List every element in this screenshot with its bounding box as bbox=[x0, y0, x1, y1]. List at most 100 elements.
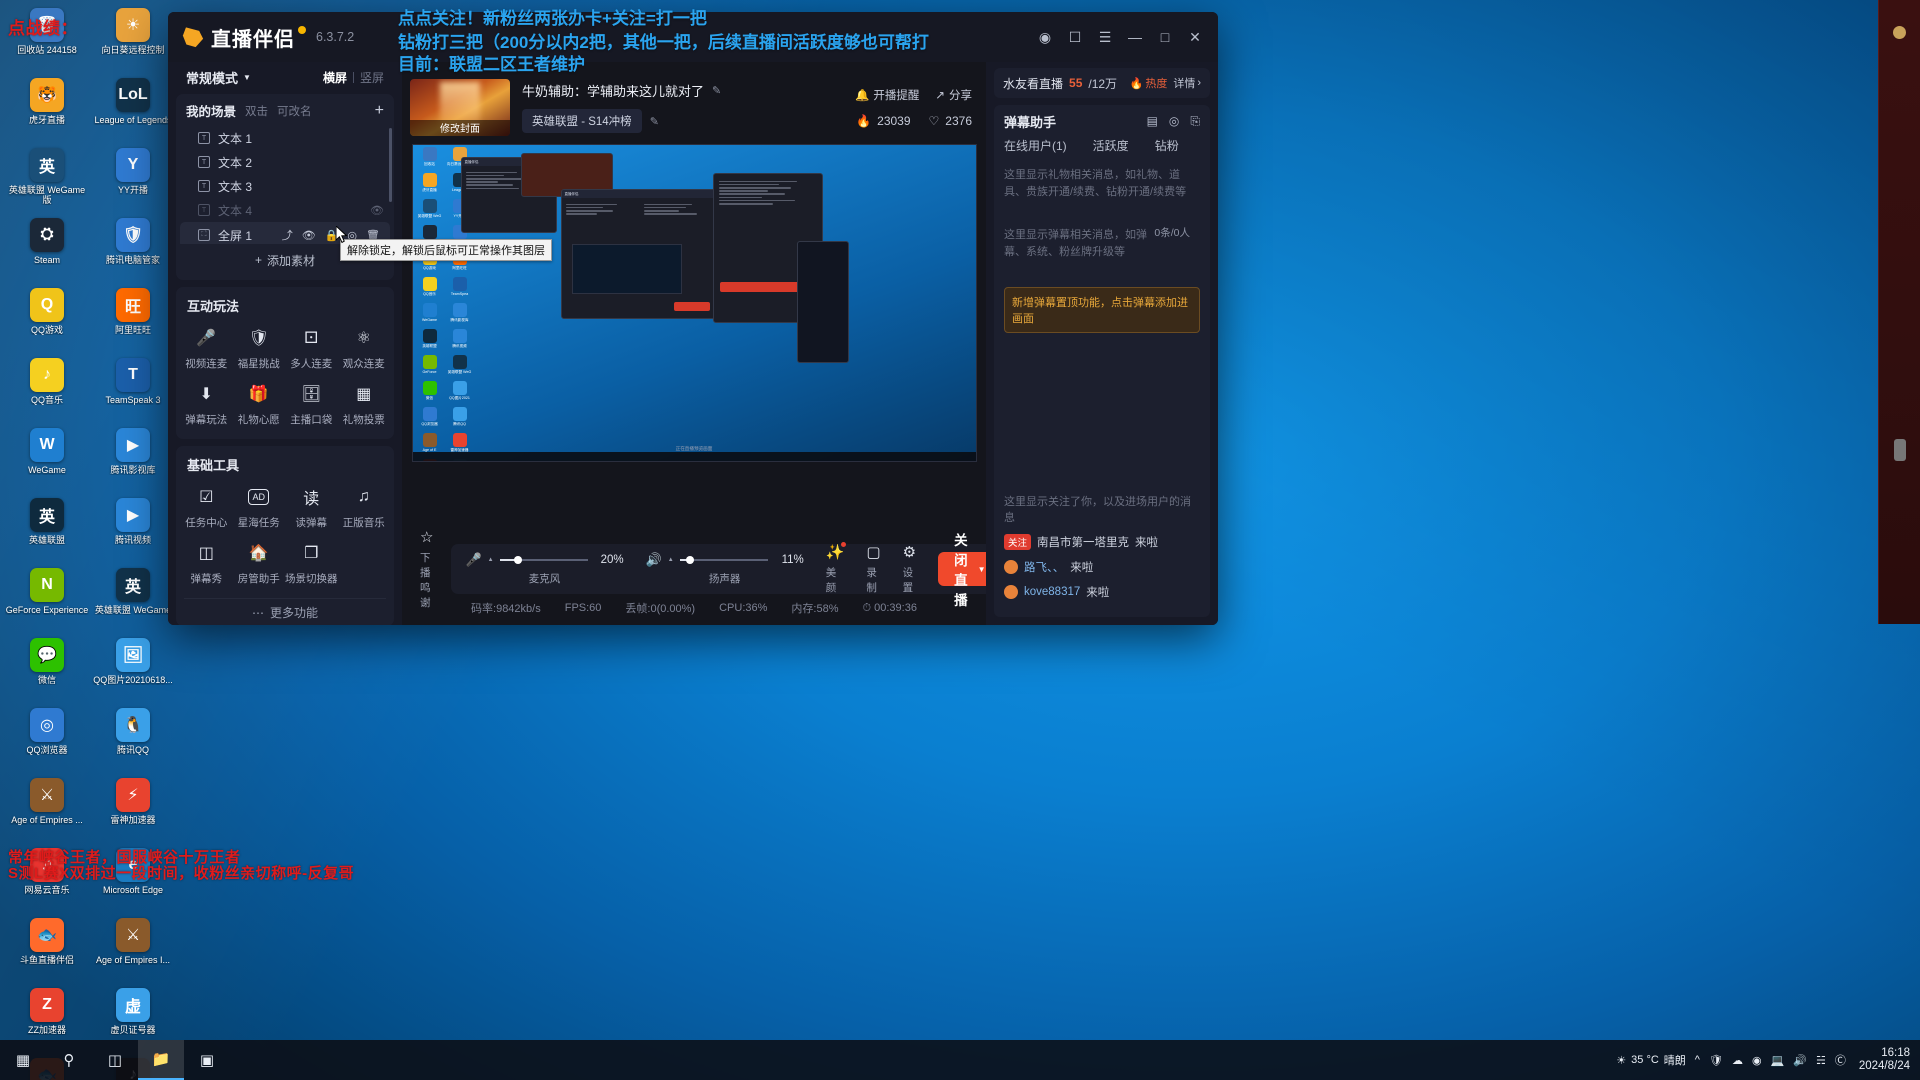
tray-shield-icon[interactable]: 🛡 bbox=[1709, 1054, 1723, 1067]
desktop-icon[interactable]: Q QQ游戏 bbox=[4, 286, 90, 354]
start-button[interactable]: ▦ bbox=[0, 1040, 46, 1080]
desktop-icon[interactable]: 💬 微信 bbox=[4, 636, 90, 704]
desktop-icon[interactable]: ▶ 腾讯视频 bbox=[90, 496, 176, 564]
interactive-tool-4[interactable]: ⚛ 观众连麦 bbox=[338, 319, 391, 375]
weather-indicator[interactable]: ☀ 35 °C 晴朗 bbox=[1616, 1052, 1686, 1068]
scene-item[interactable]: T 文本 4 👁 bbox=[176, 198, 394, 222]
record-button[interactable]: ▢ 录制 bbox=[866, 543, 880, 595]
tray-cloud-icon[interactable]: ☁ bbox=[1732, 1054, 1743, 1067]
danmaku-tab-3[interactable]: 钻粉 bbox=[1155, 137, 1179, 154]
taskbar-app-companion[interactable]: ▣ bbox=[184, 1040, 230, 1080]
microphone-control[interactable]: 🎤 ▲ 20% 麦克风 bbox=[465, 552, 623, 586]
stream-cover[interactable]: 修改封面 bbox=[410, 78, 510, 136]
desktop-icon[interactable]: 🐧 腾讯QQ bbox=[90, 706, 176, 774]
tray-volume-icon[interactable]: 🔊 bbox=[1793, 1054, 1807, 1067]
settings-button[interactable]: ⚙ 设置 bbox=[903, 543, 916, 595]
desktop-icon[interactable]: 🖼 QQ图片20210618... bbox=[90, 636, 176, 704]
orientation-portrait[interactable]: 竖屏 bbox=[360, 69, 384, 86]
desktop-icon[interactable]: 英英雄联盟 bbox=[4, 496, 90, 564]
pin-icon[interactable]: ⤴ bbox=[282, 227, 293, 243]
interactive-tool-6[interactable]: 🎁 礼物心愿 bbox=[233, 375, 286, 431]
eye-icon[interactable]: 👁 bbox=[302, 229, 316, 242]
taskbar-clock[interactable]: 16:18 2024/8/24 bbox=[1855, 1047, 1910, 1073]
panel-icon[interactable]: ▤ bbox=[1147, 114, 1158, 129]
add-scene-button[interactable]: + bbox=[375, 102, 384, 118]
thanks-button[interactable]: ☆ 下播鸣谢 bbox=[420, 528, 433, 610]
close-icon[interactable]: ✕ bbox=[1180, 22, 1210, 52]
tray-input-icon[interactable]: Ⓒ bbox=[1835, 1052, 1846, 1068]
maximize-icon[interactable]: □ bbox=[1150, 22, 1180, 52]
tray-chrome-icon[interactable]: ◉ bbox=[1752, 1054, 1762, 1067]
chevron-up-icon[interactable]: ▲ bbox=[668, 557, 674, 563]
tray-monitor-icon[interactable]: 💻 bbox=[1771, 1054, 1785, 1067]
desktop-icon[interactable]: ▶ 腾讯影视库 bbox=[90, 426, 176, 494]
minimize-icon[interactable]: — bbox=[1120, 22, 1150, 52]
interactive-tool-1[interactable]: 🎤 视频连麦 bbox=[180, 319, 233, 375]
interactive-tool-2[interactable]: 🛡 福星挑战 bbox=[233, 319, 286, 375]
desktop-icon[interactable]: ⚡ 雷神加速器 bbox=[90, 776, 176, 844]
share-button[interactable]: ↗ 分享 bbox=[935, 87, 972, 103]
scene-item[interactable]: T 文本 2 bbox=[176, 150, 394, 174]
help-icon[interactable]: ☐ bbox=[1060, 22, 1090, 52]
target-icon[interactable]: ◎ bbox=[1169, 114, 1179, 129]
beauty-button[interactable]: ✨ 美颜 bbox=[826, 542, 847, 595]
interactive-tool-7[interactable]: 🗄 主播口袋 bbox=[285, 375, 338, 431]
tray-chevron-icon[interactable]: ^ bbox=[1695, 1054, 1700, 1066]
desktop-icon[interactable]: T TeamSpeak 3 bbox=[90, 356, 176, 424]
danmaku-pin-cta[interactable]: 新增弹幕置顶功能，点击弹幕添加进画面 bbox=[1004, 287, 1200, 333]
basic-tool-2[interactable]: AD 星海任务 bbox=[233, 478, 286, 534]
microphone-slider[interactable] bbox=[499, 556, 588, 564]
danmaku-tab-2[interactable]: 活跃度 bbox=[1093, 137, 1129, 154]
scene-item[interactable]: T 文本 1 bbox=[176, 126, 394, 150]
desktop-icon[interactable]: ⚔ Age of Empires I... bbox=[90, 916, 176, 984]
interactive-tool-8[interactable]: ▦ 礼物投票 bbox=[338, 375, 391, 431]
detail-link[interactable]: 详情 › bbox=[1173, 75, 1201, 91]
desktop-icon[interactable]: LoL League of Legends bbox=[90, 76, 176, 144]
taskview-icon[interactable]: ◫ bbox=[92, 1040, 138, 1080]
desktop-icon[interactable]: 🐯 虎牙直播 bbox=[4, 76, 90, 144]
search-icon[interactable]: ⚲ bbox=[46, 1040, 92, 1080]
basic-tool-3[interactable]: 读读弹幕 bbox=[285, 478, 338, 534]
basic-tool-4[interactable]: ♫ 正版音乐 bbox=[338, 478, 391, 534]
cover-edit-label[interactable]: 修改封面 bbox=[410, 119, 510, 136]
desktop-icon[interactable]: Y YY开播 bbox=[90, 146, 176, 214]
basic-tool-7[interactable]: ❐ 场景切换器 bbox=[285, 534, 338, 590]
speaker-slider[interactable] bbox=[679, 556, 768, 564]
desktop-icon[interactable]: 英英雄联盟 WeGame版 bbox=[4, 146, 90, 214]
danmaku-message[interactable]: kove88317 来啦 bbox=[1004, 584, 1200, 600]
basic-tool-5[interactable]: ◫ 弹幕秀 bbox=[180, 534, 233, 590]
stream-category[interactable]: 英雄联盟 - S14冲榜 bbox=[522, 109, 642, 133]
tray-network-icon[interactable]: ☵ bbox=[1816, 1054, 1826, 1067]
basic-tool-6[interactable]: 🏠 房管助手 bbox=[233, 534, 286, 590]
chevron-down-icon[interactable]: ▼ bbox=[243, 73, 251, 82]
chevron-down-icon[interactable]: ▼ bbox=[978, 565, 986, 574]
taskbar-app-explorer[interactable]: 📁 bbox=[138, 1040, 184, 1080]
desktop-icon[interactable]: 英英雄联盟 WeGame bbox=[90, 566, 176, 634]
danmaku-message[interactable]: 关注 南昌市第一塔里克 来啦 bbox=[1004, 534, 1200, 550]
eye-off-icon[interactable]: 👁 bbox=[370, 204, 384, 217]
desktop-icon[interactable]: ⛭ Steam bbox=[4, 216, 90, 284]
external-icon[interactable]: ⎘ bbox=[1190, 114, 1200, 129]
interactive-tool-5[interactable]: ⬇ 弹幕玩法 bbox=[180, 375, 233, 431]
desktop-icon[interactable]: 🐟 斗鱼直播伴侣 bbox=[4, 916, 90, 984]
hotness-badge[interactable]: 🔥 热度 bbox=[1130, 75, 1168, 91]
more-functions-button[interactable]: ⋯ 更多功能 bbox=[184, 598, 386, 625]
basic-tool-1[interactable]: ☑ 任务中心 bbox=[180, 478, 233, 534]
microphone-icon[interactable]: 🎤 bbox=[465, 552, 481, 568]
mode-label[interactable]: 常规模式 bbox=[186, 68, 238, 87]
danmaku-message[interactable]: 路飞、、 来啦 bbox=[1004, 559, 1200, 575]
edit-title-icon[interactable]: ✎ bbox=[712, 84, 721, 97]
desktop-icon[interactable]: ♪ QQ音乐 bbox=[4, 356, 90, 424]
speaker-control[interactable]: 🔊 ▲ 11% 扬声器 bbox=[646, 552, 804, 586]
scene-item[interactable]: T 文本 3 bbox=[176, 174, 394, 198]
headset-icon[interactable]: ◉ bbox=[1030, 22, 1060, 52]
desktop-icon[interactable]: ☀ 向日葵远程控制 bbox=[90, 6, 176, 74]
menu-icon[interactable]: ☰ bbox=[1090, 22, 1120, 52]
orientation-landscape[interactable]: 横屏 bbox=[323, 69, 347, 86]
desktop-icon[interactable]: 🛡 腾讯电脑管家 bbox=[90, 216, 176, 284]
desktop-icon[interactable]: N GeForce Experience bbox=[4, 566, 90, 634]
desktop-icon[interactable]: 旺阿里旺旺 bbox=[90, 286, 176, 354]
stream-preview[interactable]: 回收站向日葵远程控制虎牙直播League o英雄联盟 WeGYY开播Steam腾… bbox=[411, 144, 977, 462]
danmaku-tab-1[interactable]: 在线用户(1) bbox=[1004, 137, 1067, 154]
edit-category-icon[interactable]: ✎ bbox=[650, 115, 659, 128]
